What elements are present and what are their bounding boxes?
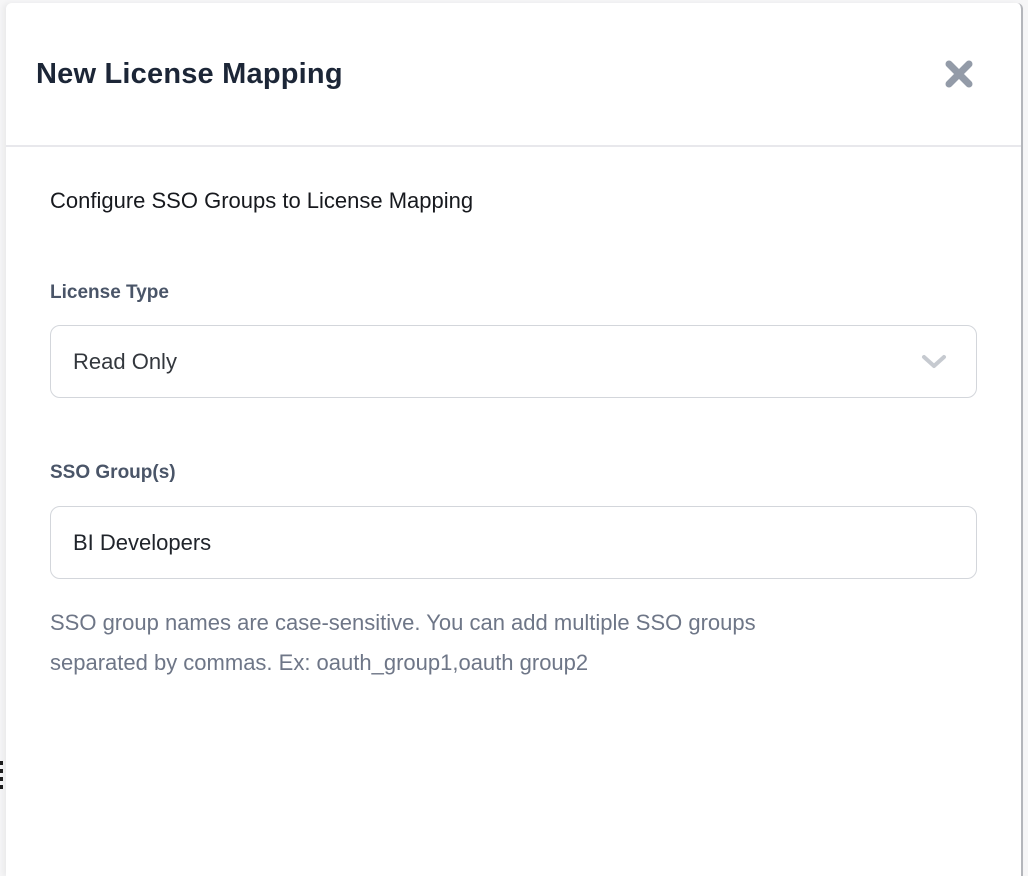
close-icon (944, 59, 974, 89)
modal-header: New License Mapping (6, 3, 1021, 147)
background-dash (0, 761, 3, 765)
helper-line-2: separated by commas. Ex: oauth_group1,oa… (50, 643, 976, 683)
sso-groups-input[interactable] (50, 506, 977, 579)
sso-groups-helper-text: SSO group names are case-sensitive. You … (50, 603, 976, 683)
license-type-selected-value: Read Only (73, 349, 177, 375)
sso-groups-field: SSO Group(s) SSO group names are case-se… (50, 462, 976, 683)
background-artifact (0, 761, 4, 793)
new-license-mapping-modal: New License Mapping Configure SSO Groups… (6, 3, 1023, 876)
close-button[interactable] (939, 54, 979, 94)
helper-line-1: SSO group names are case-sensitive. You … (50, 603, 976, 643)
background-dash (0, 769, 3, 773)
background-dash (0, 777, 3, 781)
form-heading: Configure SSO Groups to License Mapping (50, 187, 976, 215)
license-type-label: License Type (50, 282, 976, 303)
chevron-down-icon (920, 354, 948, 370)
page-background: New License Mapping Configure SSO Groups… (0, 0, 1028, 876)
modal-title: New License Mapping (36, 58, 343, 91)
license-type-field: License Type Read Only (50, 282, 976, 398)
sso-groups-label: SSO Group(s) (50, 462, 976, 483)
background-dash (0, 785, 3, 789)
license-type-select[interactable]: Read Only (50, 325, 977, 398)
modal-body: Configure SSO Groups to License Mapping … (6, 147, 1021, 683)
